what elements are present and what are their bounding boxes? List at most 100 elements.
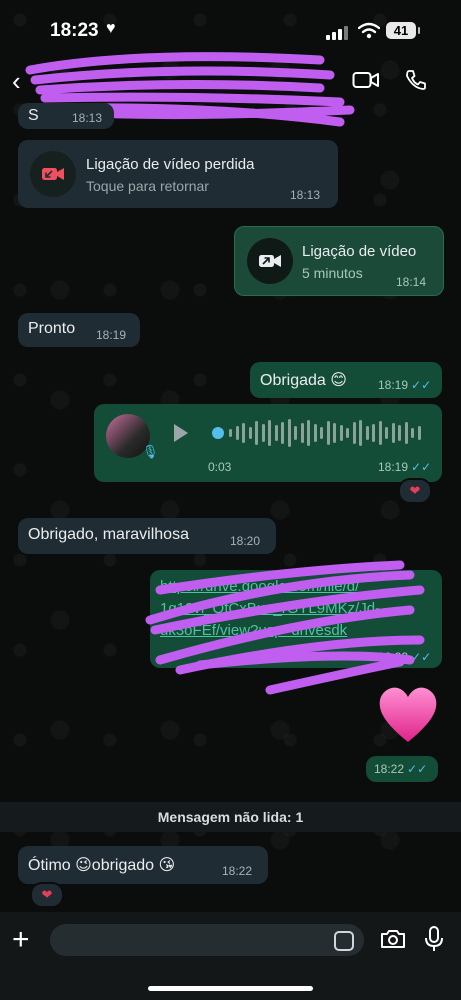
camera-icon[interactable] bbox=[380, 928, 406, 950]
heart-time-chip: 18:22 ✓✓ bbox=[366, 756, 438, 782]
message-time: 18:13 bbox=[290, 188, 321, 202]
waveform-bar bbox=[411, 428, 414, 438]
waveform-bar bbox=[281, 422, 284, 444]
pink-heart-emoji bbox=[379, 687, 437, 742]
waveform-bar bbox=[417, 426, 421, 440]
sticker-icon[interactable] bbox=[334, 931, 354, 951]
unread-messages-divider: Mensagem não lida: 1 bbox=[0, 802, 461, 832]
call-subtitle: 5 minutos bbox=[302, 265, 363, 281]
audio-waveform[interactable] bbox=[229, 418, 429, 448]
message-time: 18:22 bbox=[222, 864, 253, 878]
message-text: Ótimo 😉obrigado 😘 bbox=[28, 857, 176, 874]
link-text-line[interactable]: https://drive.google.com/file/d/ bbox=[160, 578, 359, 595]
message-composer: + bbox=[0, 912, 461, 1000]
message-bubble-incoming[interactable]: Obrigado, maravilhosa 18:20 bbox=[18, 518, 276, 554]
call-icon-circle bbox=[247, 238, 293, 284]
waveform-bar bbox=[287, 419, 291, 447]
waveform-bar bbox=[255, 421, 258, 445]
message-bubble-incoming[interactable]: Pronto 18:19 bbox=[18, 313, 140, 347]
battery-icon: 41 bbox=[386, 22, 420, 39]
message-text: Pronto bbox=[28, 320, 76, 337]
message-text: Obrigado, maravilhosa bbox=[28, 526, 189, 543]
waveform-bar bbox=[391, 423, 395, 443]
link-text-line[interactable]: 1g12vl_QfCxBuu_rGYL9MKz/Jd- bbox=[160, 600, 380, 617]
waveform-bar bbox=[300, 423, 304, 443]
waveform-bar bbox=[326, 421, 330, 445]
call-icon-circle bbox=[30, 151, 76, 197]
waveform-bar bbox=[261, 424, 265, 442]
message-time: 18:20 bbox=[230, 534, 261, 548]
missed-video-call-bubble[interactable]: Ligação de vídeo perdida Toque para reto… bbox=[18, 140, 338, 208]
message-time: 18:14 bbox=[396, 275, 427, 289]
attach-plus-icon[interactable]: + bbox=[12, 925, 30, 955]
read-ticks-icon: ✓✓ bbox=[407, 762, 428, 776]
waveform-bar bbox=[242, 423, 245, 443]
voice-duration: 0:03 bbox=[208, 460, 232, 474]
message-bubble-incoming[interactable]: S 18:13 bbox=[18, 103, 114, 129]
back-chevron-icon[interactable]: ‹ bbox=[12, 66, 21, 97]
status-time: 18:23 bbox=[50, 20, 99, 41]
message-text: Obrigada 😊 bbox=[260, 372, 347, 389]
message-time-text: 18:22 bbox=[374, 762, 405, 776]
cellular-signal-icon bbox=[326, 26, 348, 40]
waveform-bar bbox=[352, 422, 356, 444]
waveform-bar bbox=[365, 426, 369, 440]
message-bubble-incoming[interactable]: Ótimo 😉obrigado 😘 18:22 bbox=[18, 846, 268, 884]
read-ticks-icon: ✓✓ bbox=[411, 378, 432, 392]
waveform-bar bbox=[359, 420, 362, 446]
video-call-bubble[interactable]: Ligação de vídeo 5 minutos 18:14 bbox=[234, 226, 444, 296]
message-time-text: 18:19 bbox=[378, 460, 409, 474]
voice-message-bubble[interactable]: 🎙 0:03 18:19 ✓✓ bbox=[94, 404, 442, 482]
status-bar: 18:23 ♥ 41 bbox=[0, 0, 461, 60]
link-text-line[interactable]: uk3oFEf/view?usp=drivesdk bbox=[160, 622, 347, 639]
message-text: S bbox=[28, 107, 39, 124]
message-time: 18:19 bbox=[96, 328, 127, 342]
playback-slider-handle[interactable] bbox=[212, 427, 224, 439]
message-time: 18:19 ✓✓ bbox=[378, 460, 431, 474]
waveform-bar bbox=[274, 425, 278, 441]
waveform-bar bbox=[333, 423, 336, 443]
outgoing-video-call-icon bbox=[259, 255, 281, 267]
message-time: 18:19 ✓✓ bbox=[378, 378, 431, 392]
call-title: Ligação de vídeo perdida bbox=[86, 156, 255, 173]
waveform-bar bbox=[339, 425, 343, 441]
waveform-bar bbox=[346, 428, 349, 438]
play-icon[interactable] bbox=[174, 424, 188, 442]
message-time: 18:22 ✓✓ bbox=[374, 762, 427, 776]
waveform-bar bbox=[398, 425, 401, 441]
read-ticks-icon: ✓✓ bbox=[411, 650, 432, 664]
message-time-text: 18:22 bbox=[378, 650, 409, 664]
waveform-bar bbox=[320, 427, 323, 439]
video-call-icon[interactable] bbox=[352, 70, 380, 90]
waveform-bar bbox=[294, 426, 297, 440]
message-time-text: 18:19 bbox=[378, 378, 409, 392]
heart-reaction[interactable]: ❤ bbox=[398, 478, 432, 504]
waveform-bar bbox=[307, 420, 310, 446]
read-ticks-icon: ✓✓ bbox=[411, 460, 432, 474]
waveform-bar bbox=[385, 427, 388, 439]
home-indicator bbox=[148, 986, 313, 991]
wifi-icon bbox=[358, 22, 380, 39]
waveform-bar bbox=[248, 427, 252, 439]
waveform-bar bbox=[404, 422, 408, 444]
waveform-bar bbox=[229, 429, 232, 437]
message-bubble-outgoing[interactable]: Obrigada 😊 18:19 ✓✓ bbox=[250, 362, 442, 398]
message-time: 18:13 bbox=[72, 111, 103, 125]
waveform-bar bbox=[378, 421, 382, 445]
heart-reaction[interactable]: ❤ bbox=[30, 882, 64, 908]
call-subtitle: Toque para retornar bbox=[86, 178, 209, 194]
waveform-bar bbox=[372, 424, 375, 442]
waveform-bar bbox=[268, 420, 271, 446]
call-title: Ligação de vídeo bbox=[302, 243, 417, 260]
heart-status-icon: ♥ bbox=[106, 20, 116, 37]
link-message-bubble[interactable]: https://drive.google.com/file/d/ 1g12vl_… bbox=[150, 570, 442, 668]
missed-video-call-icon bbox=[42, 168, 64, 180]
message-time: 18:22 ✓✓ bbox=[378, 650, 431, 664]
phone-call-icon[interactable] bbox=[404, 68, 428, 92]
waveform-bar bbox=[235, 426, 239, 440]
waveform-bar bbox=[313, 424, 317, 442]
heart-emoji-message[interactable]: 18:22 ✓✓ bbox=[366, 684, 446, 782]
message-input[interactable] bbox=[50, 924, 364, 956]
microphone-icon: 🎙 bbox=[142, 444, 159, 459]
microphone-record-icon[interactable] bbox=[424, 926, 444, 952]
